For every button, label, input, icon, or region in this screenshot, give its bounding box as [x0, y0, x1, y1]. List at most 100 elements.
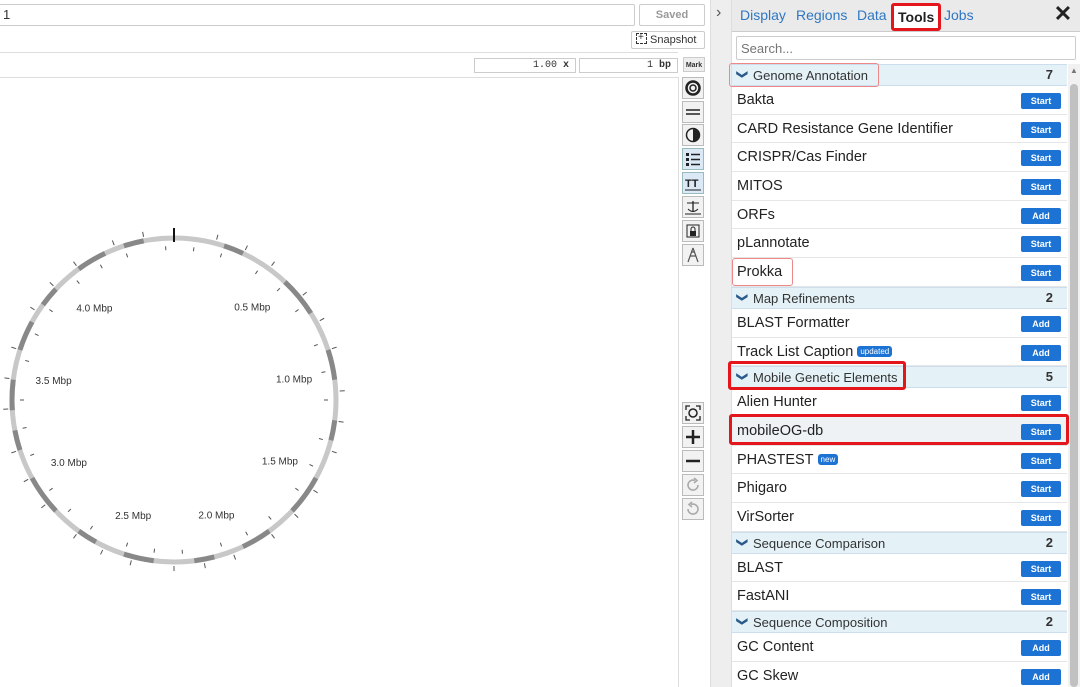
map-tick: [125, 253, 129, 258]
tool-name: Bakta: [737, 92, 774, 108]
legend-lines-icon[interactable]: [682, 101, 704, 123]
list-icon[interactable]: [682, 148, 704, 170]
scroll-up-icon[interactable]: ▲: [1070, 66, 1078, 75]
tab-jobs[interactable]: Jobs: [944, 7, 974, 23]
map-tick: [313, 344, 318, 347]
snapshot-icon: [636, 30, 647, 46]
tab-regions[interactable]: Regions: [796, 7, 847, 23]
tool-action-button[interactable]: Start: [1021, 265, 1061, 282]
tool-action-button[interactable]: Add: [1021, 207, 1061, 224]
map-tick: [233, 554, 237, 560]
map-tick: [49, 487, 53, 491]
map-label: 1.5 Mbp: [262, 457, 299, 468]
group-name: Mobile Genetic Elements: [753, 370, 898, 386]
contrast-icon[interactable]: [682, 124, 704, 146]
map-tick: [271, 534, 275, 539]
tool-item: Alien Hunter Start: [732, 388, 1067, 417]
chevron-right-icon: ›: [716, 4, 722, 21]
map-tick: [295, 487, 299, 491]
feature-arc: [283, 280, 313, 315]
snapshot-button[interactable]: Snapshot: [631, 30, 705, 49]
map-tick: [49, 282, 54, 287]
group-header[interactable]: ❯ Sequence Comparison 2: [732, 531, 1067, 554]
tool-item: ORFs Add: [732, 201, 1067, 230]
map-tick: [244, 245, 248, 251]
circular-map[interactable]: 0.5 Mbp 1.0 Mbp 1.5 Mbp 2.0 Mbp 2.5 Mbp 3.0 M…: [0, 78, 678, 687]
tool-action-button[interactable]: Add: [1021, 668, 1061, 685]
zoom-in-icon[interactable]: [682, 426, 704, 448]
tool-action-button[interactable]: Start: [1021, 560, 1061, 577]
map-label: 2.5 Mbp: [115, 511, 152, 522]
map-format-icon[interactable]: [682, 77, 704, 99]
fit-icon[interactable]: [682, 402, 704, 424]
text-size-icon[interactable]: TT: [682, 172, 704, 194]
app-root: 1 Saved Snapshot 1.00 x 1 bp Mark 0.5 Mb…: [0, 0, 1080, 687]
saved-button[interactable]: Saved: [639, 4, 705, 26]
anchor-icon[interactable]: [682, 196, 704, 218]
tool-name-text: MITOS: [737, 178, 783, 195]
map-tick: [25, 359, 30, 362]
map-label: 3.0 Mbp: [51, 458, 88, 469]
group-header[interactable]: ❯ Sequence Composition 2: [732, 611, 1067, 633]
group-header[interactable]: ❯ Map Refinements 2: [732, 286, 1067, 309]
tool-name: Prokka: [737, 264, 782, 280]
divider: [678, 77, 679, 687]
zoom-out-icon[interactable]: [682, 450, 704, 472]
scrollbar-thumb[interactable]: [1070, 84, 1078, 687]
tool-item: VirSorter Start: [732, 503, 1067, 532]
tab-tools[interactable]: Tools: [891, 3, 942, 31]
tool-action-button[interactable]: Start: [1021, 93, 1061, 109]
tool-action-button[interactable]: Add: [1021, 344, 1061, 361]
tool-action-button[interactable]: Start: [1021, 179, 1061, 196]
feature-arc: [77, 529, 98, 545]
tool-action-button[interactable]: Start: [1021, 452, 1061, 469]
feature-arc: [193, 554, 215, 564]
tool-action-button[interactable]: Start: [1021, 481, 1061, 498]
lock-icon[interactable]: [682, 220, 704, 242]
mark-button[interactable]: Mark: [683, 57, 705, 72]
tool-action-button[interactable]: Start: [1021, 150, 1061, 167]
panel-toggle[interactable]: ›: [710, 0, 732, 687]
tool-name: PHASTEST new: [737, 452, 839, 468]
group-count: 5: [1045, 369, 1053, 385]
feature-arc: [40, 287, 58, 307]
group-count: 2: [1045, 534, 1053, 550]
tab-data[interactable]: Data: [857, 7, 887, 23]
zoom-input[interactable]: 1.00 x: [474, 58, 576, 73]
tool-action-button[interactable]: Start: [1021, 423, 1061, 440]
tool-name-text: BLAST: [737, 559, 783, 576]
tool-action-button[interactable]: Start: [1021, 509, 1061, 526]
tower-icon[interactable]: [682, 244, 704, 266]
map-tick: [294, 513, 299, 518]
tool-action-button[interactable]: Add: [1021, 315, 1061, 332]
group-header[interactable]: ❯ Genome Annotation 7: [732, 64, 1067, 86]
tool-item: GC Content Add: [732, 633, 1067, 662]
tool-action-button[interactable]: Start: [1021, 236, 1061, 253]
map-title-input[interactable]: 1: [0, 4, 635, 26]
map-ticks: [3, 228, 345, 571]
tool-badge: updated: [857, 345, 893, 357]
map-tick: [89, 525, 93, 530]
tool-item: GC Skew Add: [732, 662, 1067, 687]
group-header[interactable]: ❯ Mobile Genetic Elements 5: [732, 366, 1067, 389]
bp-input[interactable]: 1 bp: [579, 58, 678, 73]
tab-display[interactable]: Display: [740, 7, 786, 23]
tool-name-text: ORFs: [737, 206, 775, 223]
panel-tabs: Display Regions Data Tools Jobs ✕: [732, 0, 1080, 32]
map-tick: [11, 450, 17, 454]
tool-action-button[interactable]: Add: [1021, 640, 1061, 656]
tool-action-button[interactable]: Start: [1021, 395, 1061, 412]
tools-search-input[interactable]: [736, 36, 1076, 60]
close-icon[interactable]: ✕: [1052, 3, 1074, 26]
chevron-down-icon: ❯: [736, 69, 749, 80]
group-count: 2: [1045, 289, 1053, 305]
tool-action-button[interactable]: Start: [1021, 121, 1061, 138]
tool-name-text: Alien Hunter: [737, 394, 817, 411]
tool-action-button[interactable]: Start: [1021, 589, 1061, 606]
feature-arc: [17, 320, 35, 351]
tool-name-text: Phigaro: [737, 480, 787, 497]
map-tick: [255, 270, 259, 275]
group-name: Map Refinements: [753, 290, 855, 306]
rotate-ccw-icon[interactable]: [682, 498, 704, 520]
rotate-cw-icon[interactable]: [682, 474, 704, 496]
